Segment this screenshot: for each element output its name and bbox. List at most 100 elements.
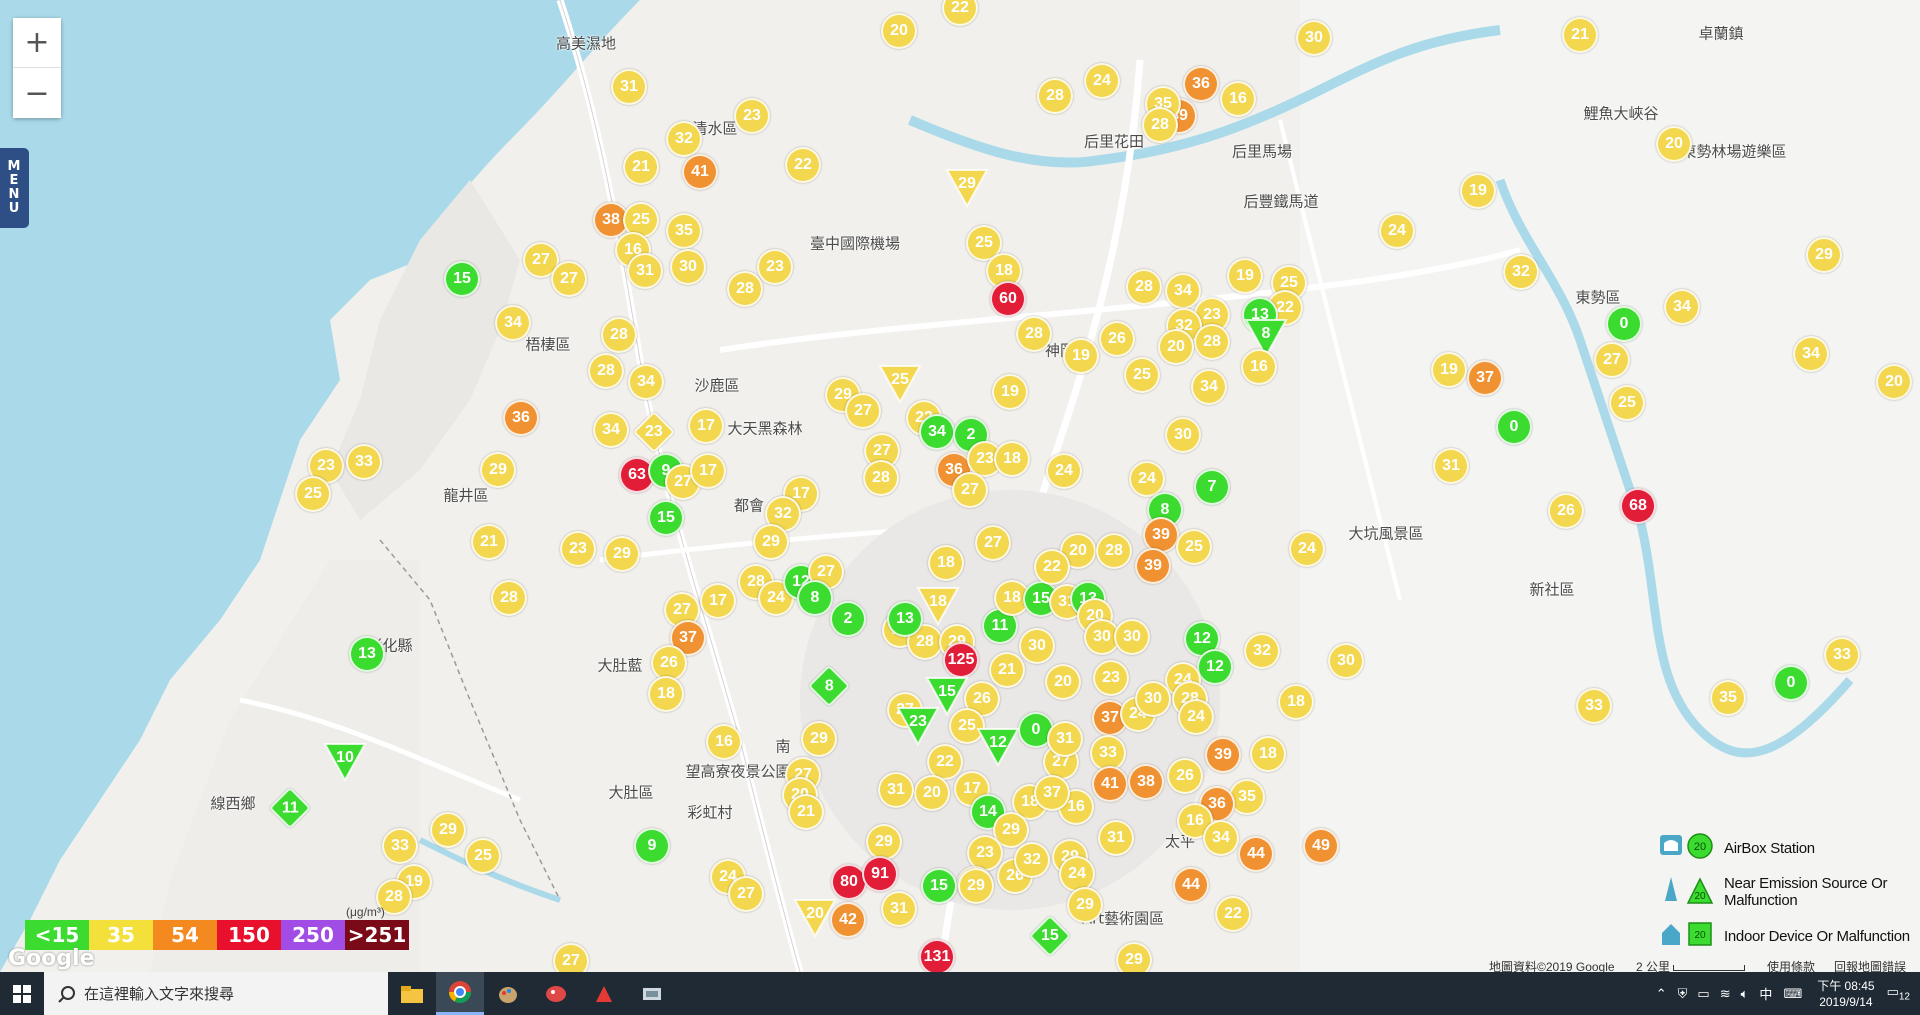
airbox-marker[interactable]: 24 [1379,213,1415,249]
airbox-marker[interactable]: 0 [1606,306,1642,342]
airbox-marker[interactable]: 25 [1176,529,1212,565]
emission-marker[interactable]: 20 [793,899,837,938]
airbox-marker[interactable]: 20 [1158,329,1194,365]
airbox-marker[interactable]: 29 [1806,237,1842,273]
airbox-marker[interactable]: 23 [560,531,596,567]
emission-marker[interactable]: 25 [878,365,922,404]
airbox-marker[interactable]: 22 [1215,896,1251,932]
airbox-marker[interactable]: 31 [627,253,663,289]
airbox-marker[interactable]: 29 [958,868,994,904]
airbox-marker[interactable]: 33 [1824,637,1860,673]
airbox-marker[interactable]: 28 [1194,324,1230,360]
airbox-marker[interactable]: 33 [382,828,418,864]
airbox-marker[interactable]: 33 [346,444,382,480]
airbox-marker[interactable]: 27 [728,876,764,912]
airbox-marker[interactable]: 31 [1098,820,1134,856]
airbox-marker[interactable]: 35 [666,213,702,249]
file-explorer-icon[interactable] [388,972,436,1015]
airbox-marker[interactable]: 28 [1096,533,1132,569]
airbox-marker[interactable]: 18 [928,545,964,581]
emission-marker[interactable]: 29 [945,169,989,208]
show-hidden-icons-icon[interactable]: ⌃ [1656,986,1667,1002]
airbox-marker[interactable]: 32 [666,121,702,157]
airbox-marker[interactable]: 17 [688,408,724,444]
airbox-marker[interactable]: 24 [1046,453,1082,489]
airbox-marker[interactable]: 30 [1019,628,1055,664]
airbox-marker[interactable]: 30 [1114,619,1150,655]
airbox-marker[interactable]: 17 [700,583,736,619]
airbox-marker[interactable]: 32 [1503,254,1539,290]
airbox-marker[interactable]: 20 [1656,126,1692,162]
sketch-app-icon[interactable] [580,972,628,1015]
airbox-marker[interactable]: 39 [1135,548,1171,584]
airbox-marker[interactable]: 2 [830,601,866,637]
airbox-marker[interactable]: 125 [943,642,979,678]
airbox-marker[interactable]: 91 [862,856,898,892]
airbox-marker[interactable]: 29 [480,452,516,488]
volume-icon[interactable]: 🔈︎ [1741,986,1749,1002]
emission-marker[interactable]: 12 [976,728,1020,767]
airbox-marker[interactable]: 29 [1067,887,1103,923]
snipping-tool-icon[interactable] [628,972,676,1015]
airbox-marker[interactable]: 29 [430,812,466,848]
airbox-marker[interactable]: 29 [801,721,837,757]
palette-app-icon[interactable] [532,972,580,1015]
airbox-marker[interactable]: 33 [1576,688,1612,724]
airbox-marker[interactable]: 37 [1467,360,1503,396]
airbox-marker[interactable]: 26 [1548,493,1584,529]
airbox-marker[interactable]: 21 [1562,17,1598,53]
keyboard-icon[interactable]: ⌨ [1783,986,1802,1002]
zoom-out-button[interactable]: − [13,68,61,118]
airbox-marker[interactable]: 30 [1135,681,1171,717]
airbox-marker[interactable]: 28 [727,271,763,307]
clock[interactable]: 下午 08:45 2019/9/14 [1817,978,1874,1010]
airbox-marker[interactable]: 34 [593,412,629,448]
airbox-marker[interactable]: 15 [444,261,480,297]
report-error-link[interactable]: 回報地圖錯誤 [1834,958,1906,972]
airbox-marker[interactable]: 27 [975,525,1011,561]
menu-button[interactable]: M E N U [0,148,29,228]
airbox-marker[interactable]: 32 [1244,633,1280,669]
airbox-marker[interactable]: 17 [690,453,726,489]
airbox-marker[interactable]: 18 [1250,736,1286,772]
airbox-marker[interactable]: 30 [1165,417,1201,453]
airbox-marker[interactable]: 28 [601,317,637,353]
airbox-marker[interactable]: 29 [866,824,902,860]
airbox-marker[interactable]: 21 [788,794,824,830]
airbox-marker[interactable]: 19 [992,374,1028,410]
airbox-marker[interactable]: 28 [491,580,527,616]
airbox-marker[interactable]: 60 [990,281,1026,317]
airbox-marker[interactable]: 30 [1296,20,1332,56]
notification-icon[interactable]: ▭12 [1887,984,1910,1003]
battery-icon[interactable]: ▭ [1697,986,1709,1002]
airbox-marker[interactable]: 34 [1191,369,1227,405]
airbox-marker[interactable]: 34 [919,414,955,450]
airbox-marker[interactable]: 29 [604,536,640,572]
airbox-marker[interactable]: 21 [471,524,507,560]
airbox-marker[interactable]: 24 [1289,531,1325,567]
airbox-marker[interactable]: 19 [1431,352,1467,388]
airbox-marker[interactable]: 31 [881,891,917,927]
airbox-marker[interactable]: 18 [994,441,1030,477]
airbox-marker[interactable]: 34 [1664,289,1700,325]
airbox-marker[interactable]: 28 [1142,107,1178,143]
airbox-marker[interactable]: 21 [989,652,1025,688]
airbox-marker[interactable]: 20 [1876,364,1912,400]
airbox-marker[interactable]: 28 [1037,78,1073,114]
airbox-marker[interactable]: 41 [1092,766,1128,802]
emission-marker[interactable]: 18 [916,587,960,626]
airbox-marker[interactable]: 27 [553,943,589,972]
airbox-marker[interactable]: 39 [1205,737,1241,773]
airbox-marker[interactable]: 18 [1278,684,1314,720]
airbox-marker[interactable]: 27 [1594,342,1630,378]
airbox-marker[interactable]: 18 [648,676,684,712]
map-data-attribution[interactable]: 地圖資料©2019 Google [1489,958,1615,972]
airbox-marker[interactable]: 37 [1034,775,1070,811]
airbox-marker[interactable]: 34 [628,364,664,400]
airbox-marker[interactable]: 26 [1099,321,1135,357]
airbox-marker[interactable]: 16 [1241,349,1277,385]
airbox-marker[interactable]: 16 [706,724,742,760]
security-icon[interactable]: ⛨ [1678,986,1688,1002]
taskbar-search-box[interactable]: 在這裡輸入文字來搜尋 [44,972,388,1015]
airbox-marker[interactable]: 9 [634,828,670,864]
